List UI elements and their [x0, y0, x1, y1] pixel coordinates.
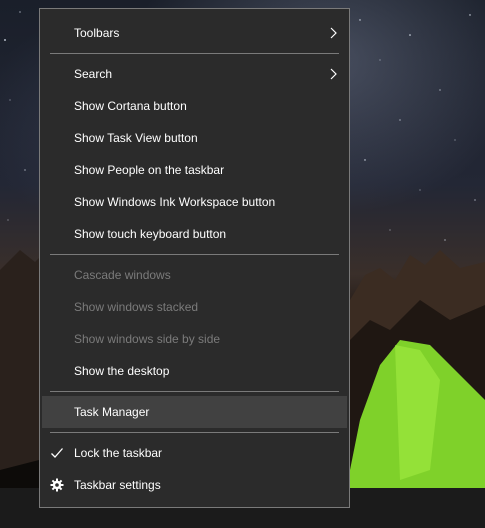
menu-separator	[50, 432, 339, 433]
chevron-right-icon	[330, 68, 337, 80]
menu-item-cascade-windows: Cascade windows	[40, 259, 349, 291]
menu-item-taskbar-settings[interactable]: Taskbar settings	[40, 469, 349, 501]
menu-item-label: Show touch keyboard button	[74, 227, 227, 241]
menu-item-task-manager[interactable]: Task Manager	[42, 396, 347, 428]
menu-item-label: Lock the taskbar	[74, 446, 163, 460]
menu-item-label: Toolbars	[74, 26, 120, 40]
menu-item-label: Show Windows Ink Workspace button	[74, 195, 276, 209]
menu-item-label: Show windows side by side	[74, 332, 221, 346]
menu-item-show-touch-keyboard-button[interactable]: Show touch keyboard button	[40, 218, 349, 250]
menu-item-label: Show the desktop	[74, 364, 170, 378]
menu-separator	[50, 391, 339, 392]
taskbar-context-menu: Toolbars Search Show Cortana button Show…	[39, 8, 350, 508]
menu-item-show-cortana-button[interactable]: Show Cortana button	[40, 90, 349, 122]
menu-item-label: Show Cortana button	[74, 99, 187, 113]
menu-item-label: Cascade windows	[74, 268, 171, 282]
menu-item-show-the-desktop[interactable]: Show the desktop	[40, 355, 349, 387]
menu-item-label: Show Task View button	[74, 131, 198, 145]
menu-item-show-people-on-taskbar[interactable]: Show People on the taskbar	[40, 154, 349, 186]
checkmark-icon	[51, 448, 63, 458]
chevron-right-icon	[330, 27, 337, 39]
menu-item-search[interactable]: Search	[40, 58, 349, 90]
menu-item-label: Search	[74, 67, 113, 81]
menu-item-label: Task Manager	[74, 405, 150, 419]
gear-icon	[50, 478, 64, 492]
menu-item-show-task-view-button[interactable]: Show Task View button	[40, 122, 349, 154]
menu-item-label: Show People on the taskbar	[74, 163, 225, 177]
menu-separator	[50, 254, 339, 255]
menu-item-lock-the-taskbar[interactable]: Lock the taskbar	[40, 437, 349, 469]
menu-item-show-windows-ink-workspace-button[interactable]: Show Windows Ink Workspace button	[40, 186, 349, 218]
menu-item-show-windows-side-by-side: Show windows side by side	[40, 323, 349, 355]
menu-item-show-windows-stacked: Show windows stacked	[40, 291, 349, 323]
menu-item-label: Taskbar settings	[74, 478, 161, 492]
menu-item-toolbars[interactable]: Toolbars	[40, 17, 349, 49]
menu-item-label: Show windows stacked	[74, 300, 199, 314]
menu-separator	[50, 53, 339, 54]
